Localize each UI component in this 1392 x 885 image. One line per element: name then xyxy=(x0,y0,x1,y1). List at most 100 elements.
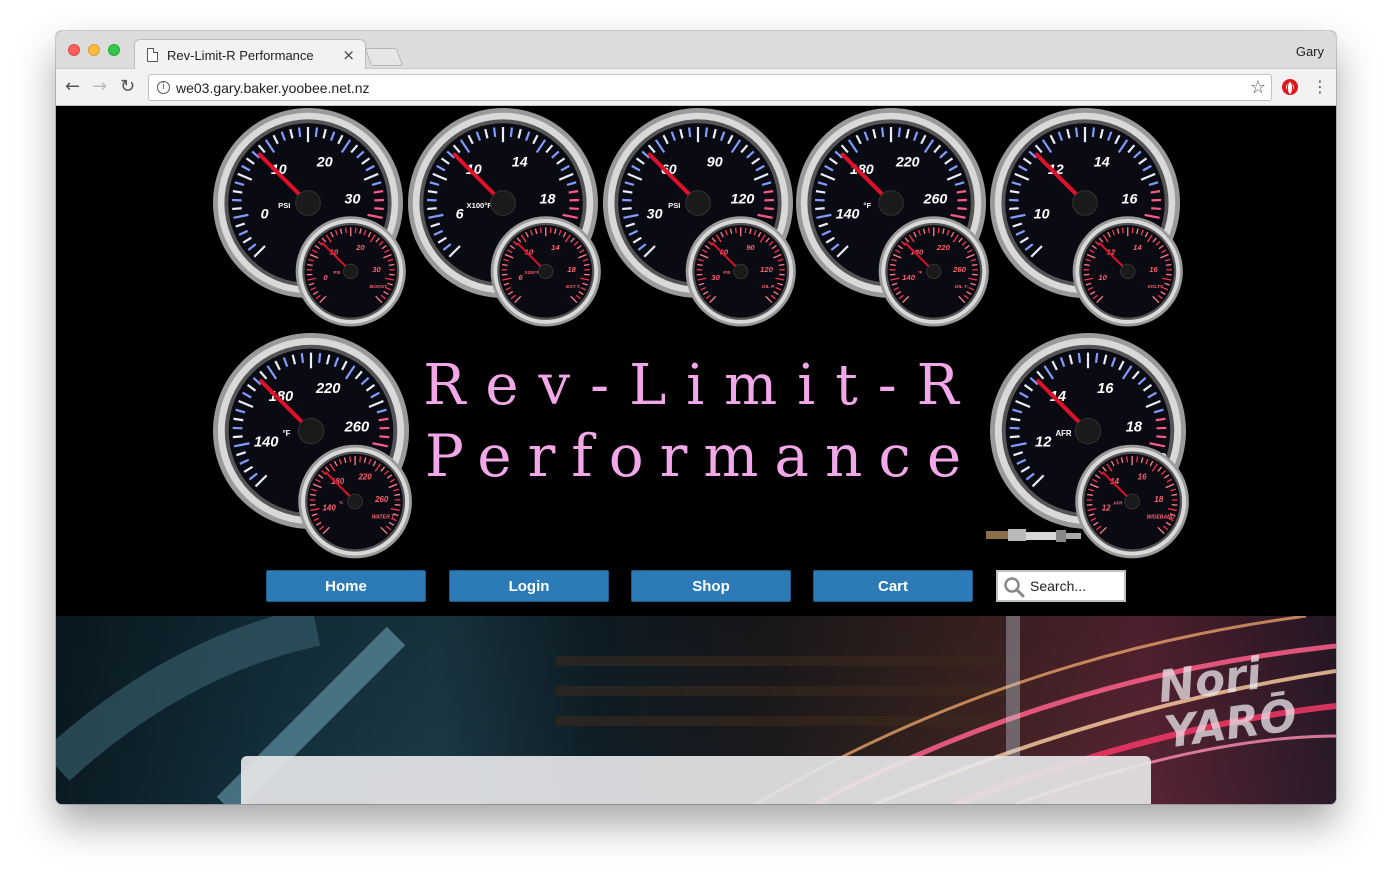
gauge-tick-label: 12 xyxy=(1035,435,1052,451)
gauge-label: WIDEBAND xyxy=(1146,515,1174,521)
web-page: 0102030BOOSTPSI0102030BOOSTPSI6101418EXT… xyxy=(56,106,1336,804)
gauge-label: BOOST xyxy=(370,284,389,290)
opera-icon[interactable] xyxy=(1282,79,1298,95)
gauge-unit: PSI xyxy=(668,201,680,210)
gauge-label: EXT.T. xyxy=(566,284,581,290)
nav-home-button[interactable]: Home xyxy=(266,570,426,602)
search-icon xyxy=(1004,577,1025,598)
gauge-tick-label: 140 xyxy=(902,273,916,282)
content-panel xyxy=(241,756,1151,804)
hero-image: Nori YARŌ xyxy=(56,616,1336,804)
info-icon[interactable]: i xyxy=(157,81,170,94)
gauge-small-dial: 12141618WIDEBANDAFR xyxy=(1075,444,1189,559)
gauge-label: OIL T. xyxy=(955,284,969,290)
gauge-small-dial: 140180220260WATER T.°F xyxy=(298,444,412,559)
gauge-tick-label: 0 xyxy=(261,206,269,222)
gauge-label: VOLTS xyxy=(1147,284,1164,290)
gauge-unit: °F xyxy=(283,429,291,438)
gauge-tick-label: 140 xyxy=(323,504,337,513)
gauge-tick-label: 220 xyxy=(315,381,341,397)
profile-name[interactable]: Gary xyxy=(1296,44,1324,59)
search-box[interactable] xyxy=(996,570,1126,602)
browser-tab[interactable]: Rev-Limit-R Performance × xyxy=(134,39,366,70)
gauge-unit: PSI xyxy=(278,201,290,210)
minimize-window-button[interactable] xyxy=(88,44,100,56)
noriyaro-watermark: Nori YARŌ xyxy=(1155,647,1300,759)
star-icon[interactable]: ☆ xyxy=(1250,77,1266,98)
gauge-unit: PSI xyxy=(333,270,340,275)
gauge-tick-label: 18 xyxy=(1126,420,1143,436)
nav-shop-button[interactable]: Shop xyxy=(631,570,791,602)
gauge-unit: AFR xyxy=(1055,429,1071,438)
gauge-tick-label: 14 xyxy=(1094,154,1110,170)
gauge-tick-label: 260 xyxy=(344,420,370,436)
gauge-label: OIL P. xyxy=(762,284,776,290)
nav-cart-button[interactable]: Cart xyxy=(813,570,973,602)
search-input[interactable] xyxy=(1030,575,1122,597)
gauge-volts: 10121416VOLTS10121416VOLTS xyxy=(988,106,1188,336)
title-bar: Rev-Limit-R Performance × Gary xyxy=(56,31,1336,70)
tab-close-button[interactable]: × xyxy=(342,46,355,64)
gauge-unit: °F xyxy=(339,500,344,505)
o2-sensor-icon xyxy=(986,529,1081,542)
document-icon xyxy=(147,48,158,62)
browser-window: Rev-Limit-R Performance × Gary ← → ↻ i w… xyxy=(56,31,1336,804)
gauge-tick-label: 140 xyxy=(836,206,860,222)
gauge-tick-label: 6 xyxy=(456,206,464,222)
gauge-oilp: 306090120OIL P.PSI306090120OIL P.PSI xyxy=(601,106,801,336)
maximize-window-button[interactable] xyxy=(108,44,120,56)
gauge-unit: X100°F xyxy=(467,201,493,210)
forward-arrow-icon[interactable]: → xyxy=(92,77,107,97)
main-nav: Home Login Shop Cart xyxy=(56,566,1336,616)
gauge-tick-label: 16 xyxy=(1149,265,1158,274)
new-tab-button[interactable] xyxy=(364,48,404,66)
gauge-small-dial: 610 1418EXT.T.X100°F xyxy=(490,216,601,327)
gauge-small-dial: 010 2030BOOSTPSI xyxy=(295,216,406,327)
gauge-small-dial: 3060 90120OIL P.PSI xyxy=(685,216,796,327)
gauge-tick-label: 10 xyxy=(1034,206,1050,222)
gauge-tick-label: 0 xyxy=(323,273,328,282)
url-text[interactable]: we03.gary.baker.yoobee.net.nz xyxy=(176,80,370,96)
gauge-tick-label: 30 xyxy=(647,206,663,222)
gauge-tick-label: 10 xyxy=(1098,273,1107,282)
site-title-line2: Performance xyxy=(424,422,978,490)
back-arrow-icon[interactable]: ← xyxy=(65,77,80,97)
gauge-tick-label: 120 xyxy=(760,265,774,274)
gauge-unit: AFR xyxy=(1113,500,1123,505)
gauge-small-dial: 1012 1416VOLTS xyxy=(1072,216,1183,327)
gauge-tick-label: 12 xyxy=(1102,504,1111,513)
gauge-tick-label: 14 xyxy=(551,243,560,252)
gauge-boost: 0102030BOOSTPSI0102030BOOSTPSI xyxy=(211,106,411,336)
gauge-unit: PSI xyxy=(723,270,730,275)
close-window-button[interactable] xyxy=(68,44,80,56)
browser-toolbar: ← → ↻ i we03.gary.baker.yoobee.net.nz ☆ … xyxy=(56,69,1336,106)
gauge-tick-label: 260 xyxy=(923,192,948,208)
gauge-tick-label: 18 xyxy=(567,265,576,274)
gauge-tick-label: 18 xyxy=(540,192,556,208)
tab-title: Rev-Limit-R Performance xyxy=(167,48,314,63)
gauge-unit: °F xyxy=(863,201,871,210)
gauge-tick-label: 220 xyxy=(357,473,372,482)
address-bar[interactable]: i we03.gary.baker.yoobee.net.nz ☆ xyxy=(148,74,1272,101)
reload-icon[interactable]: ↻ xyxy=(120,77,135,97)
gauge-unit: X100°F xyxy=(525,270,540,275)
gauge-tick-label: 260 xyxy=(374,495,389,504)
gauge-label: WATER T. xyxy=(372,515,396,521)
menu-icon[interactable]: ⋮ xyxy=(1312,77,1328,97)
gauge-tick-label: 30 xyxy=(372,265,381,274)
gauge-tick-label: 18 xyxy=(1154,495,1163,504)
gauge-tick-label: 90 xyxy=(746,243,755,252)
gauge-tick-label: 14 xyxy=(512,154,528,170)
gauge-small-dial: 140180 220260OIL T.°F xyxy=(878,216,989,327)
gauge-tick-label: 90 xyxy=(707,154,723,170)
nav-login-button[interactable]: Login xyxy=(449,570,609,602)
gauge-tick-label: 260 xyxy=(952,265,967,274)
gauge-unit: °F xyxy=(918,270,923,275)
gauge-tick-label: 120 xyxy=(731,192,755,208)
gauge-tick-label: 16 xyxy=(1122,192,1138,208)
gauge-tick-label: 220 xyxy=(936,243,951,252)
site-title-line1: Rev-Limit-R xyxy=(423,353,979,418)
gauge-tick-label: 20 xyxy=(355,243,365,252)
gauge-tick-label: 140 xyxy=(254,435,279,451)
gauge-tick-label: 16 xyxy=(1097,381,1114,397)
